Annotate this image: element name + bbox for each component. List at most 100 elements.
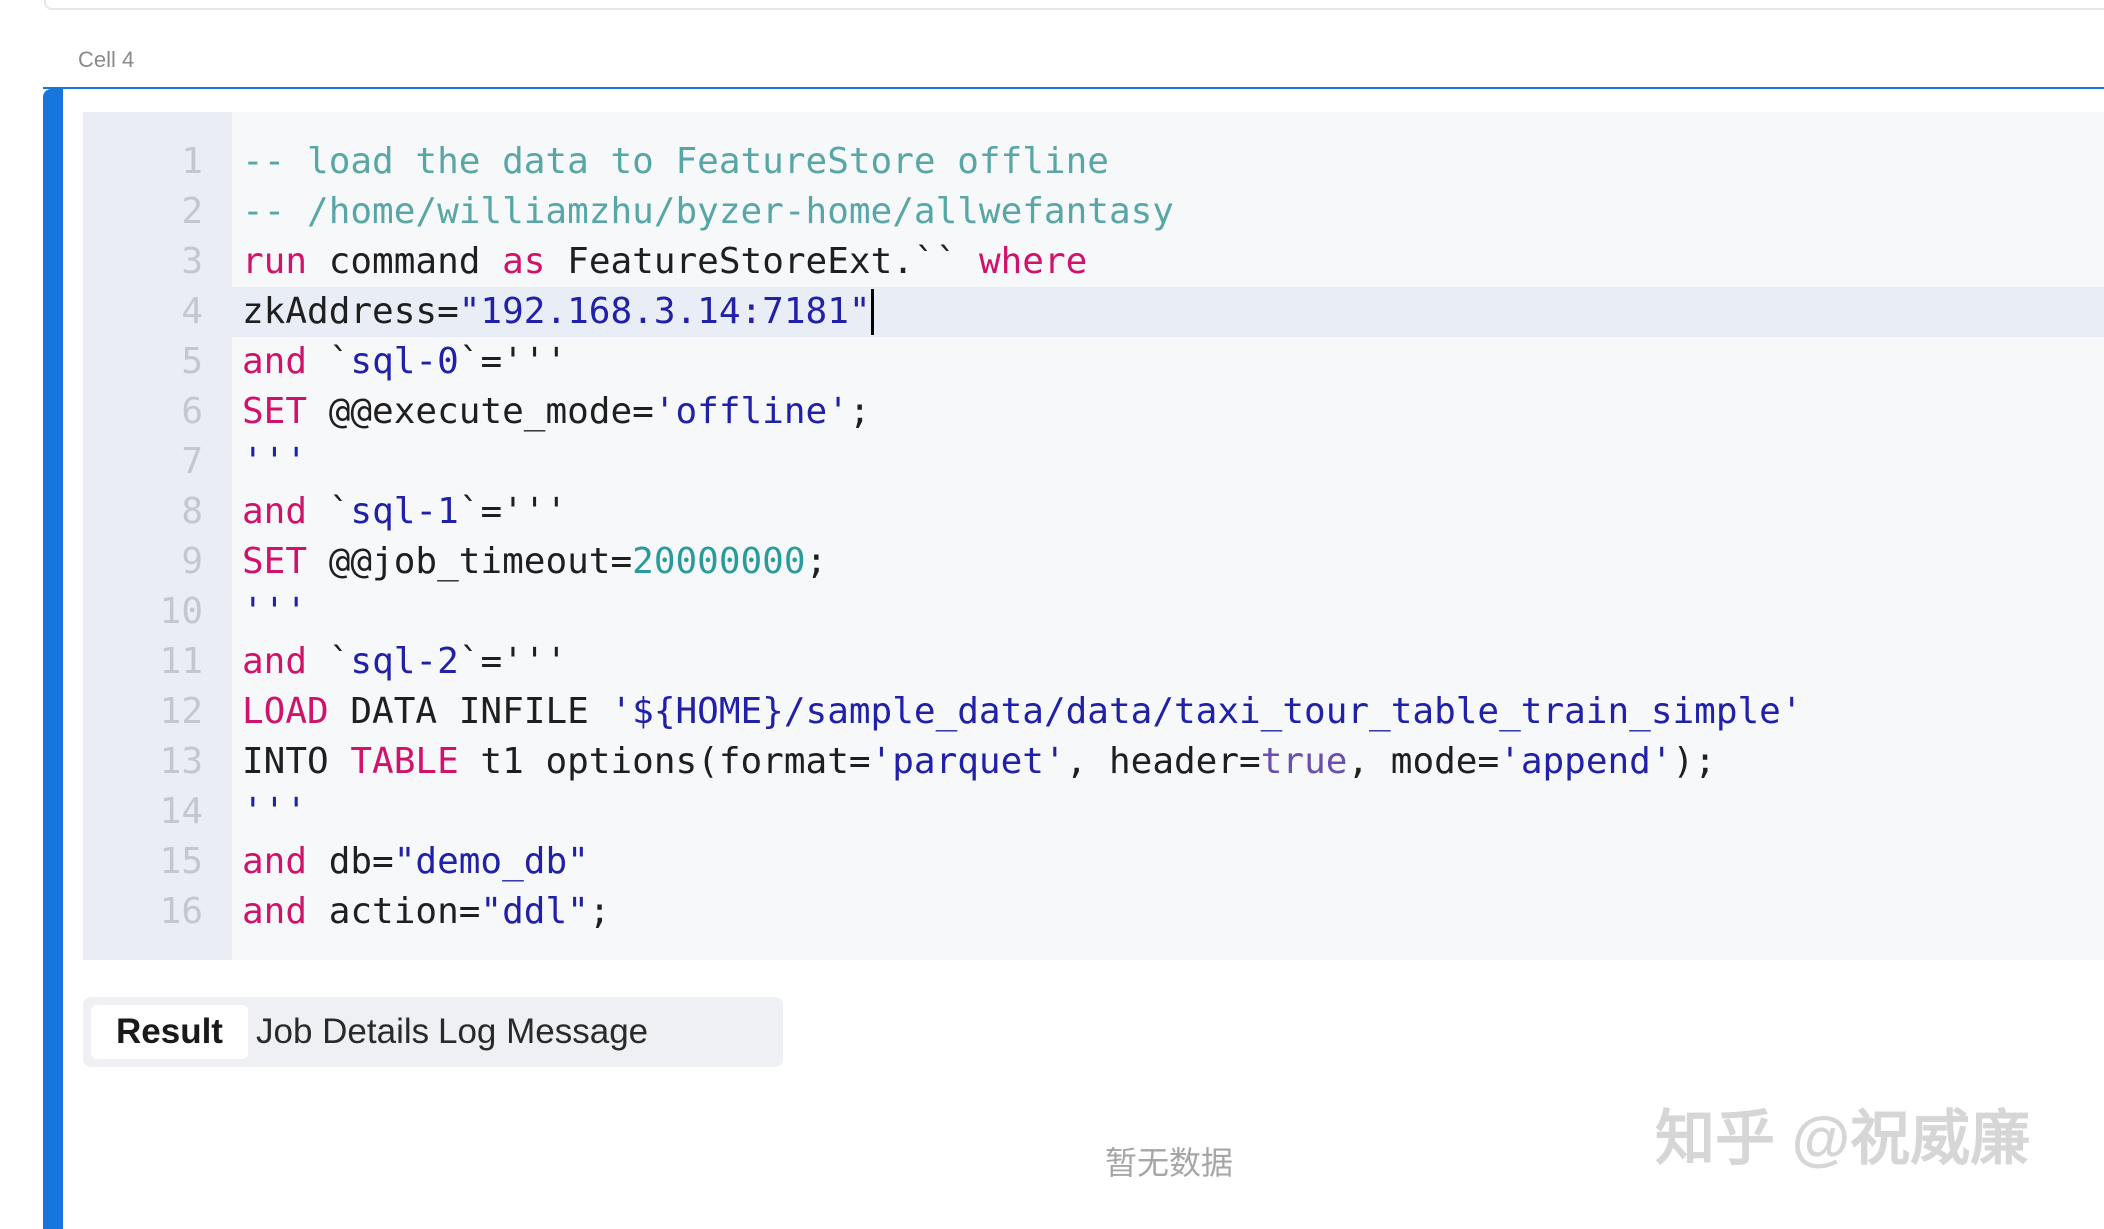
line-number: 16: [159, 891, 203, 932]
line-number: 5: [181, 341, 203, 382]
code-text: run command as FeatureStoreExt.`` where: [242, 237, 1087, 287]
code-text: and `sql-2`=''': [242, 637, 567, 687]
line-number: 2: [181, 191, 203, 232]
code-text: ''': [242, 437, 307, 487]
code-token: TABLE: [350, 741, 459, 782]
code-token: sql-2: [350, 641, 459, 682]
code-token: 'offline': [653, 391, 849, 432]
result-tabs: Result Job Details Log Message: [83, 997, 783, 1067]
watermark: 知乎 @祝威廉: [1655, 1105, 2031, 1172]
code-line[interactable]: 16 and action="ddl";: [160, 887, 2104, 937]
code-token: ''': [242, 591, 308, 632]
code-token: "demo_db": [393, 841, 589, 882]
code-area[interactable]: 1 -- load the data to FeatureStore offlin…: [160, 112, 2104, 960]
notebook-cell[interactable]: 1 -- load the data to FeatureStore offlin…: [43, 87, 2104, 1229]
code-text: ''': [242, 587, 307, 637]
code-token: "ddl": [480, 891, 589, 932]
line-number: 7: [181, 441, 203, 482]
code-token: where: [978, 241, 1088, 282]
code-text: and `sql-0`=''': [242, 337, 567, 387]
code-token: `=''': [458, 641, 568, 682]
code-text: -- load the data to FeatureStore offline: [242, 137, 1109, 187]
code-token: command: [307, 241, 503, 282]
code-token: INTO: [242, 741, 351, 782]
code-token: ''': [242, 791, 308, 832]
code-text: and action="ddl";: [242, 887, 610, 937]
code-token: );: [1672, 741, 1716, 782]
code-token: action=: [307, 891, 481, 932]
code-token: "192.168.3.14:7181": [458, 291, 871, 332]
code-token: FeatureStoreExt.``: [545, 241, 979, 282]
code-line[interactable]: 12 LOAD DATA INFILE '${HOME}/sample_data/…: [160, 687, 2104, 737]
code-token: SET: [242, 541, 308, 582]
code-line[interactable]: 10 ''': [160, 587, 2104, 637]
code-token: '${HOME}/sample_data/data/taxi_tour_tabl…: [610, 691, 1803, 732]
text-cursor: [870, 289, 874, 335]
code-line[interactable]: 13 INTO TABLE t1 options(format='parquet'…: [160, 737, 2104, 787]
code-line[interactable]: 3 run command as FeatureStoreExt.`` where: [181, 237, 2104, 287]
code-token: t1 options(format=: [458, 741, 871, 782]
line-number: 3: [181, 241, 203, 282]
code-line[interactable]: 1 -- load the data to FeatureStore offlin…: [181, 137, 2104, 187]
code-token: @@execute_mode=: [307, 391, 654, 432]
code-token: SET: [242, 391, 308, 432]
code-token: db=: [307, 841, 394, 882]
code-line[interactable]: 11 and `sql-2`=''': [160, 637, 2104, 687]
code-text: -- /home/williamzhu/byzer-home/allwefant…: [242, 187, 1174, 237]
line-number: 1: [181, 141, 203, 182]
code-line[interactable]: 9 SET @@job_timeout=20000000;: [181, 537, 2104, 587]
code-text: and db="demo_db": [242, 837, 589, 887]
code-token: true: [1260, 741, 1348, 782]
code-token: ;: [848, 391, 871, 432]
code-token: -- load the data to FeatureStore offline: [242, 141, 1109, 182]
code-line[interactable]: 15 and db="demo_db": [160, 837, 2104, 887]
code-token: `: [307, 491, 351, 532]
code-token: LOAD: [242, 691, 329, 732]
code-token: and: [242, 841, 308, 882]
empty-result-text: 暂无数据: [1105, 1145, 1234, 1181]
code-line[interactable]: 4 zkAddress="192.168.3.14:7181": [181, 287, 2104, 337]
code-token: `: [307, 641, 351, 682]
code-token: zkAddress=: [242, 291, 459, 332]
previous-cell-edge: [44, 0, 2104, 10]
line-number: 6: [181, 391, 203, 432]
code-token: sql-0: [350, 341, 459, 382]
code-token: 20000000: [632, 541, 806, 582]
line-number: 13: [159, 741, 203, 782]
code-token: , mode=: [1347, 741, 1500, 782]
code-line[interactable]: 6 SET @@execute_mode='offline';: [181, 387, 2104, 437]
code-text: and `sql-1`=''': [242, 487, 567, 537]
code-text: ''': [242, 787, 307, 837]
line-number: 11: [159, 641, 203, 682]
code-text: SET @@execute_mode='offline';: [242, 387, 871, 437]
code-line[interactable]: 2 -- /home/williamzhu/byzer-home/allwefan…: [181, 187, 2104, 237]
tab-log-message[interactable]: Log Message: [413, 1005, 673, 1059]
code-text: zkAddress="192.168.3.14:7181": [242, 287, 874, 337]
code-token: and: [242, 641, 308, 682]
code-line[interactable]: 14 ''': [160, 787, 2104, 837]
code-token: `=''': [458, 491, 568, 532]
code-line[interactable]: 8 and `sql-1`=''': [181, 487, 2104, 537]
code-token: `=''': [458, 341, 568, 382]
line-number: 12: [159, 691, 203, 732]
line-number: 9: [181, 541, 203, 582]
code-token: ;: [805, 541, 828, 582]
code-line[interactable]: 7 ''': [181, 437, 2104, 487]
line-number: 14: [159, 791, 203, 832]
line-number: 4: [181, 291, 203, 332]
code-token: DATA INFILE: [328, 691, 611, 732]
code-editor[interactable]: 1 -- load the data to FeatureStore offlin…: [83, 112, 2104, 960]
line-number: 8: [181, 491, 203, 532]
code-token: @@job_timeout=: [307, 541, 633, 582]
code-token: , header=: [1065, 741, 1261, 782]
code-token: -- /home/williamzhu/byzer-home/allwefant…: [242, 191, 1174, 232]
tab-result[interactable]: Result: [91, 1005, 248, 1059]
code-token: 'append': [1499, 741, 1673, 782]
code-token: and: [242, 341, 308, 382]
code-text: INTO TABLE t1 options(format='parquet', …: [242, 737, 1716, 787]
cell-selection-bar: [43, 89, 63, 1229]
cell-label: Cell 4: [78, 47, 135, 72]
code-token: 'parquet': [870, 741, 1066, 782]
code-text: LOAD DATA INFILE '${HOME}/sample_data/da…: [242, 687, 1803, 737]
code-line[interactable]: 5 and `sql-0`=''': [181, 337, 2104, 387]
